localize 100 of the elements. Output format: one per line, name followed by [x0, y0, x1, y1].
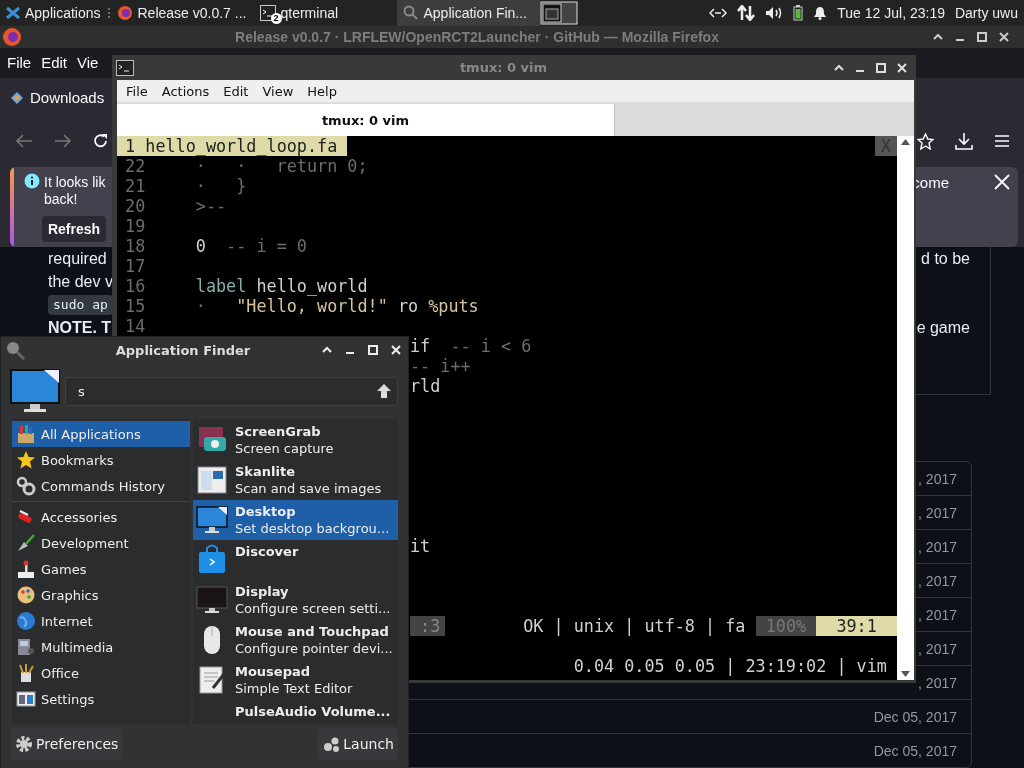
cursor-position: 39:1: [816, 616, 897, 636]
release-date: Dec 05, 2017: [873, 742, 957, 759]
category-item[interactable]: Graphics: [12, 582, 190, 608]
line-number: 22: [124, 156, 147, 176]
x-logo-icon: [6, 6, 20, 20]
code-line: · "Hello, world!" ro %puts: [195, 296, 479, 316]
release-date: , 2017: [918, 640, 957, 657]
app-item[interactable]: Discover: [193, 540, 398, 580]
menu-item[interactable]: Actions: [154, 83, 217, 99]
line-number: 16: [124, 276, 147, 296]
info-icon: [24, 173, 40, 190]
release-date: , 2017: [918, 606, 957, 623]
app-item[interactable]: PulseAudio Volume...: [193, 700, 398, 724]
category-item[interactable]: Internet: [12, 608, 190, 634]
browser-logo-icon: [116, 5, 133, 21]
up-arrow-icon[interactable]: [377, 383, 391, 398]
taskbar-button[interactable]: Application Fin...: [396, 0, 540, 26]
applications-menu-button[interactable]: Applications: [0, 0, 107, 26]
search-field[interactable]: s: [65, 376, 398, 406]
scrollbar[interactable]: [897, 136, 914, 680]
code-line: · · return 0;: [195, 156, 368, 176]
maximize-icon[interactable]: [976, 30, 988, 43]
globe-icon: [14, 610, 38, 632]
app-item[interactable]: Desktop Set desktop backgrou...: [193, 500, 398, 540]
article-text: NOTE. T: [48, 318, 112, 338]
category-item[interactable]: All Applications: [12, 421, 190, 447]
code-snippet: sudo ap: [48, 294, 113, 315]
category-item[interactable]: Games: [12, 556, 190, 582]
preferences-button[interactable]: Preferences: [11, 728, 123, 760]
menu-icon[interactable]: [994, 134, 1010, 149]
menu-item[interactable]: View: [255, 83, 301, 99]
shopping-bag-icon: [196, 543, 228, 575]
menu-item[interactable]: Help: [300, 83, 344, 99]
search-icon: [402, 5, 419, 21]
star-icon: [14, 449, 38, 471]
launch-button[interactable]: Launch: [318, 728, 398, 760]
app-item[interactable]: Skanlite Scan and save images: [193, 460, 398, 500]
monitor-icon: [196, 584, 228, 616]
monitor-icon: [10, 369, 60, 413]
maximize-icon[interactable]: [875, 61, 887, 74]
back-icon[interactable]: [15, 133, 33, 150]
code-line: -- i++: [410, 356, 471, 376]
taskbar-button[interactable]: Release v0.0.7 ...: [110, 0, 254, 26]
bell-icon[interactable]: [813, 6, 828, 20]
line-number: 15: [124, 296, 147, 316]
user-name[interactable]: Darty uwu: [954, 5, 1018, 21]
window-title: Application Finder: [114, 342, 252, 358]
code-line: label hello_world: [195, 276, 368, 296]
download-icon[interactable]: [955, 132, 973, 151]
forward-icon[interactable]: [54, 133, 72, 150]
app-item[interactable]: Display Configure screen setti...: [193, 580, 398, 620]
category-item[interactable]: Development: [12, 530, 190, 556]
release-date: , 2017: [918, 504, 957, 521]
category-item[interactable]: Commands History: [12, 473, 190, 499]
network-icon[interactable]: [709, 7, 728, 19]
volume-icon[interactable]: [765, 6, 784, 20]
category-item[interactable]: Multimedia: [12, 634, 190, 660]
status-info: OK | unix | utf-8 | fa: [523, 616, 747, 636]
category-item[interactable]: Bookmarks: [12, 447, 190, 473]
workspace-switcher-icon[interactable]: [539, 1, 578, 25]
app-item[interactable]: Mouse and Touchpad Configure pointer devi...: [193, 620, 398, 660]
scroll-down-icon[interactable]: [901, 671, 910, 677]
handle-icon: [106, 6, 111, 20]
code-line: it: [410, 536, 431, 556]
menu-item[interactable]: Edit: [216, 83, 256, 99]
scroll-up-icon[interactable]: [901, 139, 910, 145]
battery-icon[interactable]: [793, 5, 804, 21]
tmux-status: 0.04 0.05 0.05 | 23:19:02 | vim: [573, 656, 887, 676]
refresh-button[interactable]: Refresh: [42, 216, 106, 243]
clock[interactable]: Tue 12 Jul, 23:19: [837, 5, 945, 21]
line-number: 18: [124, 236, 147, 256]
article-text: d to be: [921, 249, 970, 269]
menu-item[interactable]: File: [2, 54, 37, 72]
terminal-tab[interactable]: tmux: 0 vim: [117, 104, 615, 136]
menu-item[interactable]: Vie: [72, 54, 104, 72]
terminal-icon: [259, 5, 276, 21]
code-line: >--: [195, 196, 227, 216]
star-icon[interactable]: [917, 132, 934, 150]
document-window-icon: [196, 464, 228, 496]
close-icon[interactable]: [896, 61, 908, 74]
browser-logo-icon: [2, 26, 22, 47]
notification-text: back!: [43, 191, 79, 209]
buffer-tab[interactable]: 1 hello_world_loop.fa: [117, 136, 348, 156]
release-date: Dec 05, 2017: [873, 708, 957, 725]
terminal-icon: [116, 59, 134, 76]
window-panels-icon: [14, 688, 38, 710]
line-number: 19: [124, 216, 147, 236]
app-item[interactable]: Mousepad Simple Text Editor: [193, 660, 398, 700]
close-icon[interactable]: [998, 30, 1010, 43]
category-item[interactable]: Office: [12, 660, 190, 686]
reload-icon[interactable]: [93, 133, 109, 150]
menu-item[interactable]: Edit: [36, 54, 73, 72]
notepad-icon: [196, 664, 228, 696]
category-item[interactable]: Accessories: [12, 504, 190, 530]
category-item[interactable]: Settings: [12, 686, 190, 712]
app-item[interactable]: ScreenGrab Screen capture: [193, 420, 398, 460]
code-line: · }: [195, 176, 247, 196]
bookmark-item[interactable]: Downloads: [10, 89, 105, 107]
menu-item[interactable]: File: [119, 83, 155, 99]
transfer-arrows-icon[interactable]: [737, 5, 756, 21]
